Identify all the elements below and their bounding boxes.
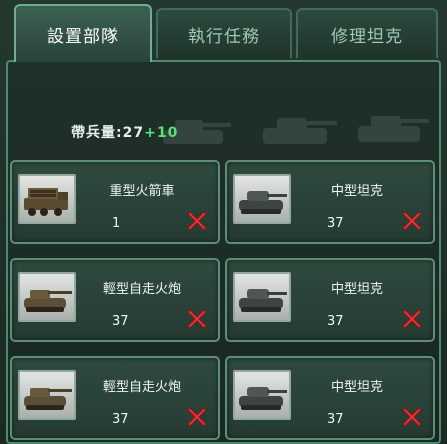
capacity-base: 27 xyxy=(122,125,145,141)
unit-name: 中型坦克 xyxy=(330,282,383,297)
unit-count: 37 xyxy=(327,314,344,329)
unit-card[interactable]: 中型坦克 37 xyxy=(225,160,435,244)
medium-tank-icon xyxy=(233,174,291,224)
tab-label: 執行任務 xyxy=(188,26,260,47)
unit-name: 中型坦克 xyxy=(330,380,383,395)
unit-card[interactable]: 重型火箭車 1 xyxy=(10,160,220,244)
army-setup-window: 設置部隊 執行任務 修理坦克 帶兵量:27+10 重型火箭車 1 中型坦克 37… xyxy=(0,0,447,444)
remove-unit-icon[interactable] xyxy=(401,406,423,428)
unit-count: 37 xyxy=(327,216,344,231)
tab-label: 修理坦克 xyxy=(331,26,403,47)
remove-unit-icon[interactable] xyxy=(186,210,208,232)
unit-card[interactable]: 輕型自走火炮 37 xyxy=(10,356,220,440)
unit-count: 37 xyxy=(112,314,129,329)
medium-tank-icon xyxy=(233,272,291,322)
self-propelled-gun-icon xyxy=(18,272,76,322)
unit-name: 中型坦克 xyxy=(330,184,383,199)
capacity-bonus: +10 xyxy=(144,125,179,141)
tab-bar: 設置部隊 執行任務 修理坦克 xyxy=(0,0,447,62)
unit-count: 37 xyxy=(112,412,129,427)
tab-repair-tanks[interactable]: 修理坦克 xyxy=(296,8,438,58)
unit-name: 輕型自走火炮 xyxy=(102,282,181,297)
unit-count: 37 xyxy=(327,412,344,427)
remove-unit-icon[interactable] xyxy=(186,308,208,330)
unit-card[interactable]: 中型坦克 37 xyxy=(225,356,435,440)
unit-card[interactable]: 中型坦克 37 xyxy=(225,258,435,342)
tab-execute-mission[interactable]: 執行任務 xyxy=(156,8,292,58)
self-propelled-gun-icon xyxy=(18,370,76,420)
tab-label: 設置部隊 xyxy=(47,26,119,47)
unit-name: 重型火箭車 xyxy=(109,184,175,199)
background-tank-silhouettes xyxy=(163,116,429,144)
unit-count: 1 xyxy=(112,216,121,231)
rocket-truck-icon xyxy=(18,174,76,224)
tab-deploy-troops[interactable]: 設置部隊 xyxy=(14,4,152,62)
unit-name: 輕型自走火炮 xyxy=(102,380,181,395)
remove-unit-icon[interactable] xyxy=(401,210,423,232)
capacity-label: 帶兵量: xyxy=(71,125,123,141)
unit-card[interactable]: 輕型自走火炮 37 xyxy=(10,258,220,342)
remove-unit-icon[interactable] xyxy=(186,406,208,428)
medium-tank-icon xyxy=(233,370,291,420)
remove-unit-icon[interactable] xyxy=(401,308,423,330)
troop-capacity: 帶兵量:27+10 xyxy=(71,122,178,142)
